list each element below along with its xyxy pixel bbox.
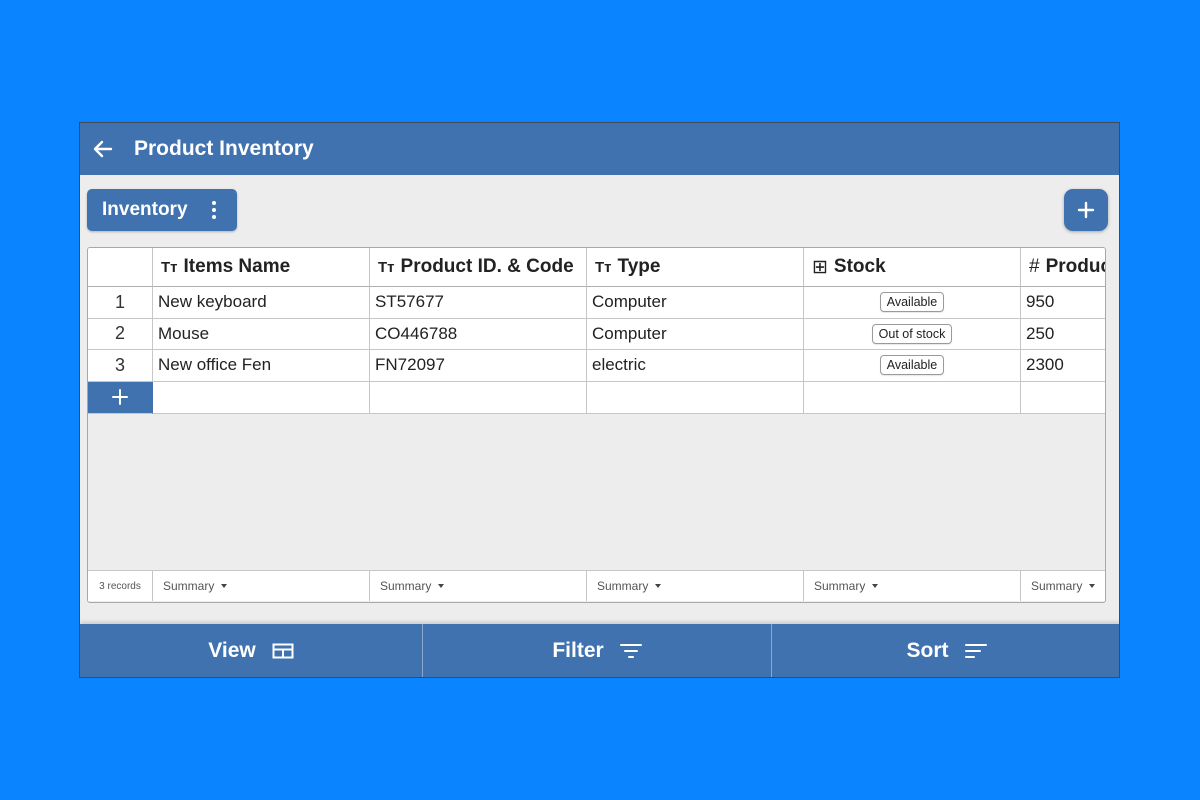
add-button[interactable] [1064, 189, 1108, 231]
caret-down-icon [1089, 584, 1096, 588]
column-header-type[interactable]: Tт Type [587, 248, 804, 287]
row-number-header [88, 248, 153, 287]
text-type-icon: Tт [378, 258, 395, 276]
product-qty-cell[interactable]: 950 [1021, 287, 1105, 319]
summary-dropdown[interactable]: Summary [1021, 570, 1105, 601]
product-qty-cell[interactable]: 2300 [1021, 350, 1105, 382]
product-code-cell[interactable]: FN72097 [370, 350, 587, 382]
add-row-button[interactable] [88, 381, 153, 414]
table-header-row: Tт Items Name Tт Product ID. & Code Tт T… [88, 248, 1105, 287]
summary-label: Summary [814, 579, 866, 593]
plus-icon [112, 389, 128, 405]
summary-dropdown[interactable]: Summary [587, 570, 804, 601]
column-header-items-name[interactable]: Tт Items Name [153, 248, 370, 287]
empty-cell[interactable] [370, 381, 587, 414]
inventory-view-button[interactable]: Inventory [87, 189, 237, 231]
column-header-label: Items Name [183, 256, 291, 277]
summary-label: Summary [163, 579, 215, 593]
sort-label: Sort [906, 638, 949, 662]
stock-cell[interactable]: Available [804, 350, 1021, 382]
type-cell[interactable]: Computer [587, 287, 804, 319]
back-button[interactable] [80, 123, 126, 175]
row-number: 3 [88, 350, 153, 382]
type-cell[interactable]: Computer [587, 318, 804, 350]
number-type-icon: # [1029, 256, 1040, 277]
arrow-left-icon [93, 140, 113, 158]
summary-label: Summary [597, 579, 649, 593]
column-header-label: Stock [833, 256, 886, 277]
sort-icon [964, 643, 987, 658]
empty-cell[interactable] [804, 381, 1021, 414]
items-name-cell[interactable]: Mouse [153, 318, 370, 350]
row-number: 2 [88, 318, 153, 350]
stock-cell[interactable]: Out of stock [804, 318, 1021, 350]
summary-row: 3 records Summary Summary Summary Summar… [88, 570, 1105, 601]
add-row [88, 381, 1105, 414]
caret-down-icon [438, 584, 445, 588]
empty-cell[interactable] [587, 381, 804, 414]
caret-down-icon [221, 584, 228, 588]
type-cell[interactable]: electric [587, 350, 804, 382]
product-code-cell[interactable]: ST57677 [370, 287, 587, 319]
column-header-product[interactable]: # Product [1021, 248, 1105, 287]
kebab-icon[interactable] [208, 197, 220, 223]
filter-label: Filter [552, 638, 604, 662]
text-type-icon: Tт [161, 258, 178, 276]
column-header-label: Product ID. & Code [400, 256, 574, 277]
view-button[interactable]: View [80, 624, 423, 677]
select-type-icon: ⊞ [812, 256, 828, 278]
product-code-cell[interactable]: CO446788 [370, 318, 587, 350]
view-layout-icon [272, 643, 294, 658]
filter-button[interactable]: Filter [423, 624, 772, 677]
caret-down-icon [655, 584, 662, 588]
table-row[interactable]: 1 New keyboard ST57677 Computer Availabl… [88, 287, 1105, 319]
stock-badge: Available [879, 355, 945, 376]
title-bar: Product Inventory [80, 123, 1119, 175]
summary-dropdown[interactable]: Summary [370, 570, 587, 601]
summary-dropdown[interactable]: Summary [804, 570, 1021, 601]
summary-label: Summary [380, 579, 432, 593]
table-row[interactable]: 2 Mouse CO446788 Computer Out of stock 2… [88, 318, 1105, 350]
empty-cell[interactable] [1021, 381, 1105, 414]
empty-cell[interactable] [153, 381, 370, 414]
column-header-label: Type [617, 256, 661, 277]
app-window: Product Inventory Inventory Tт Items Nam… [79, 122, 1120, 678]
summary-dropdown[interactable]: Summary [153, 570, 370, 601]
view-label: View [208, 638, 256, 662]
sort-button[interactable]: Sort [772, 624, 1119, 677]
column-header-stock[interactable]: ⊞ Stock [804, 248, 1021, 287]
product-qty-cell[interactable]: 250 [1021, 318, 1105, 350]
inventory-table: Tт Items Name Tт Product ID. & Code Tт T… [87, 247, 1106, 603]
summary-label: Summary [1031, 579, 1083, 593]
stock-badge: Available [879, 292, 945, 313]
column-header-product-id[interactable]: Tт Product ID. & Code [370, 248, 587, 287]
items-name-cell[interactable]: New keyboard [153, 287, 370, 319]
record-count: 3 records [88, 570, 153, 601]
page-title: Product Inventory [134, 137, 314, 160]
stock-cell[interactable]: Available [804, 287, 1021, 319]
row-number: 1 [88, 287, 153, 319]
column-header-label: Product [1045, 256, 1105, 277]
bottom-action-bar: View Filter Sort [80, 624, 1119, 677]
stock-badge: Out of stock [871, 323, 953, 344]
table-row[interactable]: 3 New office Fen FN72097 electric Availa… [88, 350, 1105, 382]
text-type-icon: Tт [595, 258, 612, 276]
caret-down-icon [872, 584, 879, 588]
inventory-view-label: Inventory [102, 199, 188, 220]
plus-icon [1077, 201, 1095, 219]
filter-icon [619, 643, 642, 658]
items-name-cell[interactable]: New office Fen [153, 350, 370, 382]
